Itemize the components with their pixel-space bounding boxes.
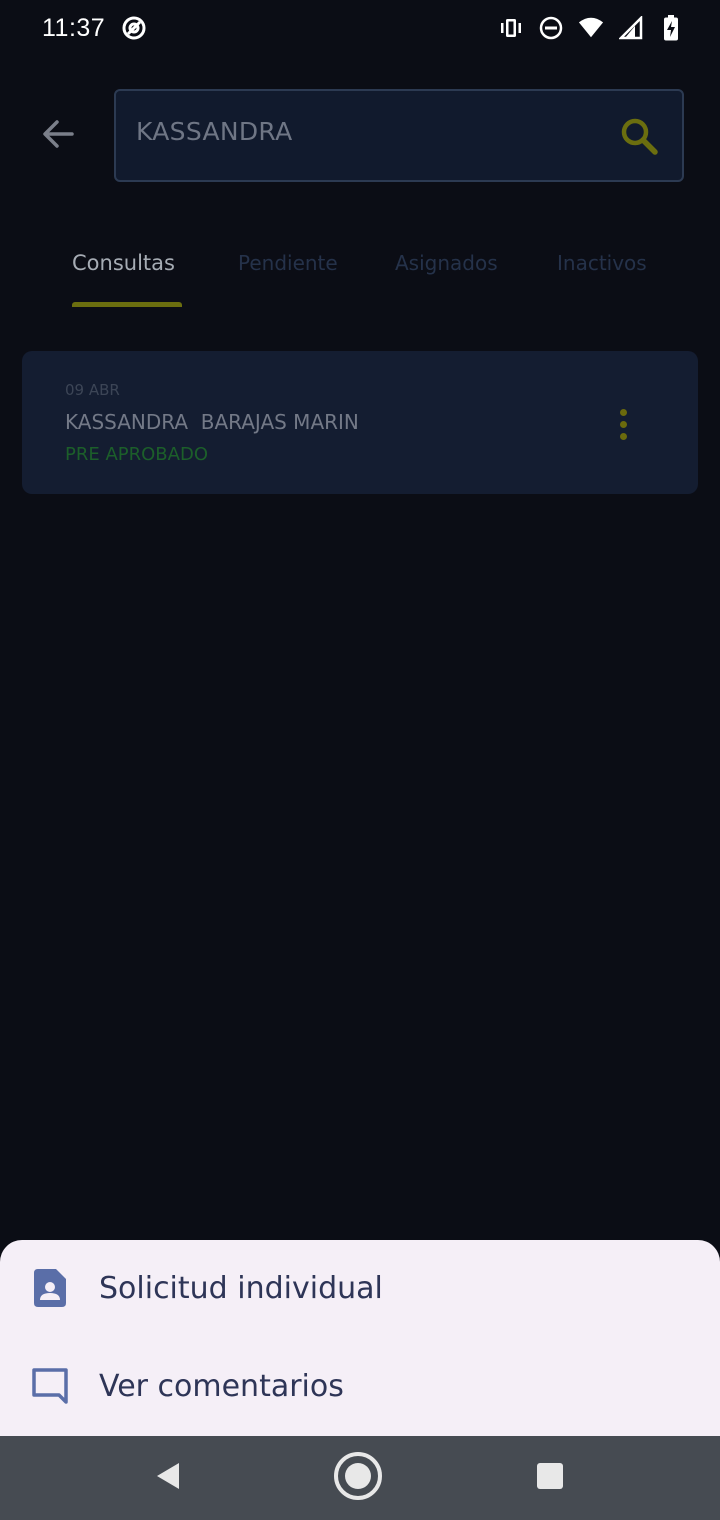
menu-dot [619,420,627,428]
contact-file-icon [30,1268,70,1308]
arrow-left-icon [41,119,75,153]
nav-home-icon [333,1451,383,1505]
status-bar: 11:37 [0,0,720,56]
vibrate-icon [498,15,524,41]
nav-recents-icon [536,1462,564,1494]
status-right [498,15,684,41]
item-date: 09 ABR [65,381,120,399]
item-name: KASSANDRA BARAJAS MARIN [65,410,359,434]
status-left: 11:37 [42,14,147,43]
tab-asignados[interactable]: Asignados [395,251,498,275]
menu-dot [619,408,627,416]
battery-charging-icon [658,15,684,41]
more-vertical-icon[interactable] [608,401,638,447]
search-value: KASSANDRA [136,117,293,146]
at-sign-icon [121,15,147,41]
status-time: 11:37 [42,13,106,42]
comment-icon [30,1366,70,1406]
menu-item-solicitud-individual[interactable]: Solicitud individual [0,1243,720,1333]
nav-home-button[interactable] [334,1452,382,1500]
menu-item-label: Ver comentarios [99,1368,344,1404]
nav-recents-button[interactable] [526,1456,574,1500]
wifi-icon [578,15,604,41]
do-not-disturb-icon [538,15,564,41]
nav-back-icon [153,1461,183,1495]
system-nav-bar [0,1436,720,1520]
cell-signal-icon [618,15,644,41]
tab-indicator [72,302,182,307]
search-input[interactable]: KASSANDRA [114,89,684,182]
menu-dot [619,432,627,440]
tab-inactivos[interactable]: Inactivos [557,251,647,275]
tab-consultas[interactable]: Consultas [72,251,175,275]
status-badge: PRE APROBADO [65,444,208,465]
nav-back-button[interactable] [144,1456,192,1500]
menu-item-ver-comentarios[interactable]: Ver comentarios [0,1341,720,1431]
tab-pendiente[interactable]: Pendiente [238,251,338,275]
bottom-sheet: Solicitud individual Ver comentarios [0,1240,720,1436]
tab-bar: Consultas Pendiente Asignados Inactivos [0,235,720,310]
search-icon[interactable] [618,115,662,159]
back-button[interactable] [36,112,80,160]
list-item[interactable]: 09 ABR KASSANDRA BARAJAS MARIN PRE APROB… [22,351,698,494]
menu-item-label: Solicitud individual [99,1270,383,1306]
